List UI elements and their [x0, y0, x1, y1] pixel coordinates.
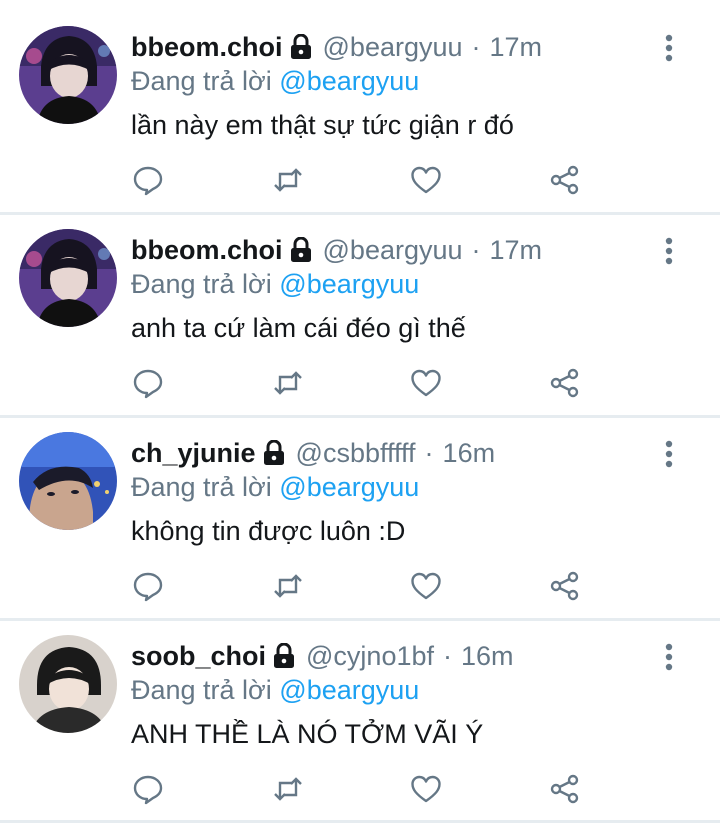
tweet-item[interactable]: soob_choi @cyjno1bf · 16m Đang trả lời @…	[0, 609, 720, 809]
tweet-item[interactable]: ch_yjunie @csbbfffff · 16m Đang trả lời …	[0, 406, 720, 606]
replying-prefix: Đang trả lời	[131, 675, 272, 705]
reply-bubble-icon	[133, 166, 163, 196]
tweet-header: bbeom.choi @beargyuu · 17m	[131, 232, 542, 268]
timestamp[interactable]: 17m	[490, 32, 543, 63]
like-button[interactable]	[406, 769, 446, 809]
retweet-button[interactable]	[268, 769, 308, 809]
replying-to: Đang trả lời @beargyuu	[131, 675, 419, 706]
avatar[interactable]	[19, 635, 117, 733]
more-vertical-icon	[665, 237, 673, 265]
tweet-text: không tin được luôn :D	[131, 516, 406, 546]
display-name[interactable]: bbeom.choi	[131, 32, 283, 63]
display-name[interactable]: bbeom.choi	[131, 235, 283, 266]
share-icon	[550, 774, 579, 804]
retweet-button[interactable]	[268, 160, 308, 200]
replying-prefix: Đang trả lời	[131, 66, 272, 96]
heart-icon	[411, 572, 441, 600]
retweet-icon	[274, 371, 302, 395]
more-options-button[interactable]	[652, 30, 686, 66]
avatar[interactable]	[19, 432, 117, 530]
retweet-button[interactable]	[268, 566, 308, 606]
heart-icon	[411, 166, 441, 194]
reply-button[interactable]	[128, 566, 168, 606]
share-icon	[550, 368, 579, 398]
reply-button[interactable]	[128, 363, 168, 403]
lock-icon	[289, 34, 313, 60]
reply-feed: bbeom.choi @beargyuu · 17m Đang trả lời …	[0, 0, 720, 825]
tweet-header: bbeom.choi @beargyuu · 17m	[131, 29, 542, 65]
replying-handle-link[interactable]: @beargyuu	[279, 472, 419, 502]
separator: ·	[471, 31, 481, 62]
reply-bubble-icon	[133, 369, 163, 399]
tweet-header: soob_choi @cyjno1bf · 16m	[131, 638, 514, 674]
like-button[interactable]	[406, 363, 446, 403]
share-button[interactable]	[545, 160, 585, 200]
more-vertical-icon	[665, 643, 673, 671]
replying-handle-link[interactable]: @beargyuu	[279, 66, 419, 96]
retweet-icon	[274, 777, 302, 801]
replying-prefix: Đang trả lời	[131, 269, 272, 299]
display-name[interactable]: ch_yjunie	[131, 438, 256, 469]
tweet-item[interactable]: bbeom.choi @beargyuu · 17m Đang trả lời …	[0, 0, 720, 200]
retweet-icon	[274, 168, 302, 192]
reply-button[interactable]	[128, 160, 168, 200]
like-button[interactable]	[406, 566, 446, 606]
heart-icon	[411, 369, 441, 397]
lock-icon	[262, 440, 286, 466]
share-button[interactable]	[545, 769, 585, 809]
display-name[interactable]: soob_choi	[131, 641, 266, 672]
share-button[interactable]	[545, 363, 585, 403]
replying-prefix: Đang trả lời	[131, 472, 272, 502]
more-vertical-icon	[665, 34, 673, 62]
heart-icon	[411, 775, 441, 803]
action-bar	[0, 363, 720, 409]
separator: ·	[443, 640, 452, 671]
replying-to: Đang trả lời @beargyuu	[131, 269, 419, 300]
like-button[interactable]	[406, 160, 446, 200]
avatar[interactable]	[19, 229, 117, 327]
tweet-header: ch_yjunie @csbbfffff · 16m	[131, 435, 495, 471]
timestamp[interactable]: 16m	[461, 641, 514, 672]
replying-to: Đang trả lời @beargyuu	[131, 66, 419, 97]
more-options-button[interactable]	[652, 639, 686, 675]
reply-button[interactable]	[128, 769, 168, 809]
timestamp[interactable]: 17m	[490, 235, 543, 266]
handle[interactable]: @csbbfffff	[296, 438, 416, 469]
tweet-text: lần này em thật sự tức giận r đó	[131, 110, 514, 140]
avatar[interactable]	[19, 26, 117, 124]
tweet-item[interactable]: bbeom.choi @beargyuu · 17m Đang trả lời …	[0, 203, 720, 403]
handle[interactable]: @beargyuu	[323, 235, 463, 266]
replying-handle-link[interactable]: @beargyuu	[279, 269, 419, 299]
divider	[0, 820, 720, 823]
tweet-text: ANH THỀ LÀ NÓ TỞM VÃI Ý	[131, 719, 484, 749]
lock-icon	[272, 643, 296, 669]
separator: ·	[471, 234, 481, 265]
replying-handle-link[interactable]: @beargyuu	[279, 675, 419, 705]
more-vertical-icon	[665, 440, 673, 468]
handle[interactable]: @beargyuu	[323, 32, 463, 63]
share-icon	[550, 165, 579, 195]
handle[interactable]: @cyjno1bf	[306, 641, 434, 672]
timestamp[interactable]: 16m	[443, 438, 496, 469]
action-bar	[0, 769, 720, 815]
retweet-button[interactable]	[268, 363, 308, 403]
share-icon	[550, 571, 579, 601]
reply-bubble-icon	[133, 572, 163, 602]
separator: ·	[424, 437, 434, 468]
lock-icon	[289, 237, 313, 263]
retweet-icon	[274, 574, 302, 598]
share-button[interactable]	[545, 566, 585, 606]
action-bar	[0, 566, 720, 612]
action-bar	[0, 160, 720, 206]
more-options-button[interactable]	[652, 233, 686, 269]
more-options-button[interactable]	[652, 436, 686, 472]
replying-to: Đang trả lời @beargyuu	[131, 472, 419, 503]
tweet-text: anh ta cứ làm cái đéo gì thế	[131, 313, 466, 343]
reply-bubble-icon	[133, 775, 163, 805]
